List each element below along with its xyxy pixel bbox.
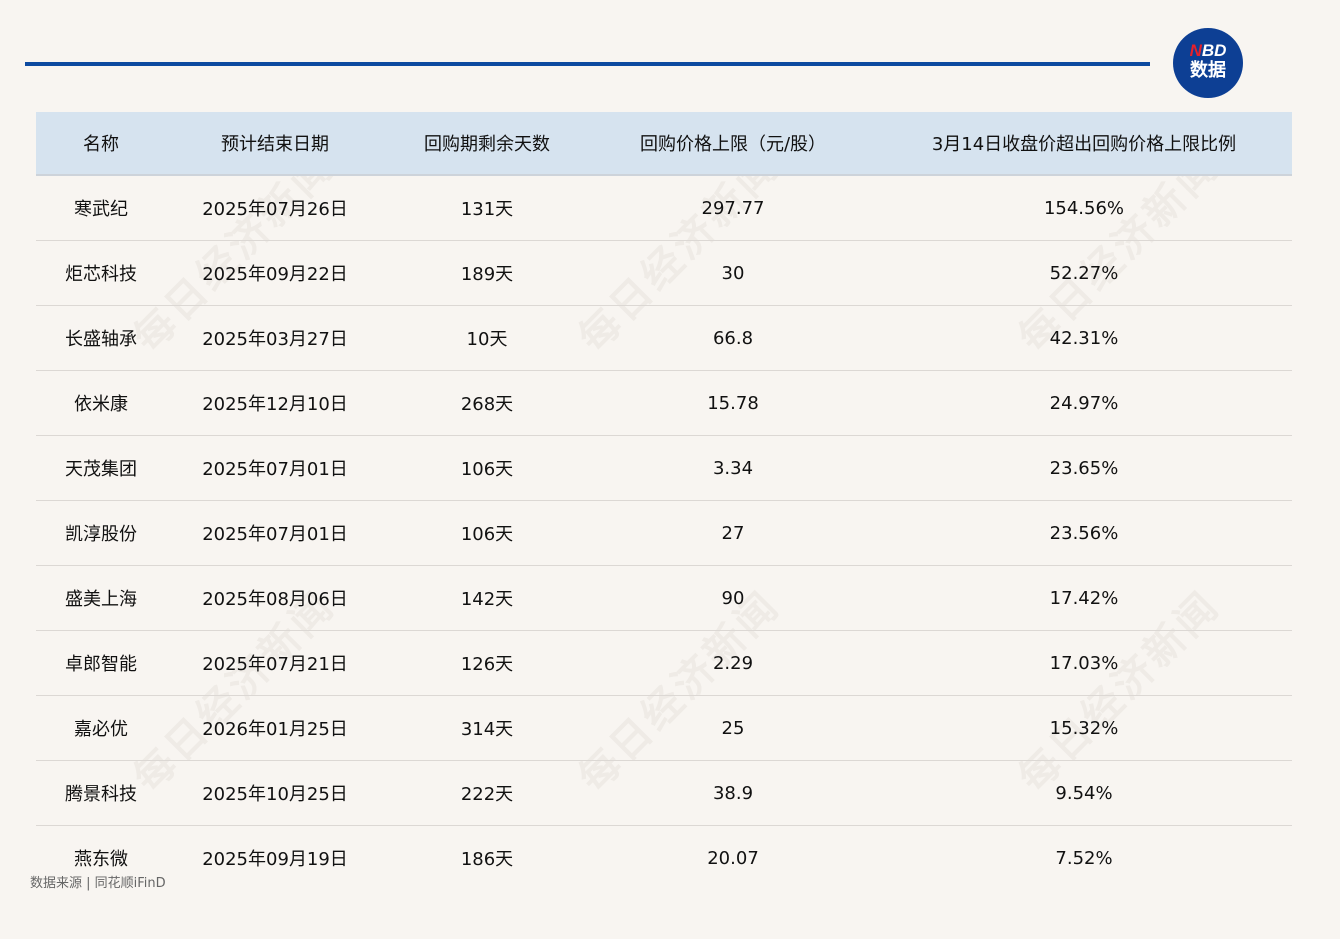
table-cell: 30 [590, 240, 876, 306]
data-source: 数据来源 | 同花顺iFinD [30, 876, 166, 891]
column-header: 名称 [36, 112, 166, 176]
table-cell: 2026年01月25日 [166, 695, 384, 761]
table-cell: 长盛轴承 [36, 305, 166, 371]
table-cell: 106天 [384, 435, 590, 501]
table-row: 腾景科技 2025年10月25日 222天 38.9 9.54% [36, 760, 1292, 826]
table-cell: 卓郎智能 [36, 630, 166, 696]
table-cell: 炬芯科技 [36, 240, 166, 306]
table-cell: 66.8 [590, 305, 876, 371]
table-row: 寒武纪 2025年07月26日 131天 297.77 154.56% [36, 175, 1292, 241]
table-cell: 2.29 [590, 630, 876, 696]
table-cell: 寒武纪 [36, 175, 166, 241]
table-cell: 2025年08月06日 [166, 565, 384, 631]
column-header: 3月14日收盘价超出回购价格上限比例 [876, 112, 1292, 176]
column-header: 预计结束日期 [166, 112, 384, 176]
table-cell: 7.52% [1055, 847, 1113, 869]
table-row: 燕东微 2025年09月19日 186天 20.07 7.52% [36, 826, 1292, 891]
table-cell: 20.07 [707, 847, 759, 869]
table-cell: 依米康 [36, 370, 166, 436]
table-cell: 2025年09月19日 [202, 849, 348, 870]
table-cell: 106天 [384, 500, 590, 566]
table-cell: 38.9 [590, 760, 876, 826]
table-cell: 268天 [384, 370, 590, 436]
table-cell: 2025年07月01日 [166, 435, 384, 501]
table-cell: 2025年07月26日 [166, 175, 384, 241]
buyback-table: 名称 预计结束日期 回购期剩余天数 回购价格上限（元/股） 3月14日收盘价超出回购价格… [36, 112, 1292, 890]
table-cell: 297.77 [590, 175, 876, 241]
table-cell: 314天 [384, 695, 590, 761]
table-cell: 15.32% [876, 695, 1292, 761]
table-cell: 3.34 [590, 435, 876, 501]
table-row: 依米康 2025年12月10日 268天 15.78 24.97% [36, 370, 1292, 436]
table-cell: 盛美上海 [36, 565, 166, 631]
table-cell: 2025年09月22日 [166, 240, 384, 306]
table-cell: 25 [590, 695, 876, 761]
table-cell: 52.27% [876, 240, 1292, 306]
table-cell: 17.42% [876, 565, 1292, 631]
table-cell: 9.54% [876, 760, 1292, 826]
table-row: 盛美上海 2025年08月06日 142天 90 17.42% [36, 565, 1292, 631]
table-cell: 2025年12月10日 [166, 370, 384, 436]
header-rule [25, 62, 1150, 66]
table-cell: 2025年03月27日 [166, 305, 384, 371]
table-cell: 222天 [384, 760, 590, 826]
logo-subtitle: 数据 [1190, 60, 1226, 80]
table-cell: 189天 [384, 240, 590, 306]
logo-bd: BD [1201, 41, 1227, 60]
table-cell: 27 [590, 500, 876, 566]
table-cell: 17.03% [876, 630, 1292, 696]
nbd-logo: NBD 数据 [1173, 28, 1243, 98]
table-row: 炬芯科技 2025年09月22日 189天 30 52.27% [36, 240, 1292, 306]
table-cell: 15.78 [590, 370, 876, 436]
table-cell: 23.56% [876, 500, 1292, 566]
logo-n: N [1189, 41, 1202, 60]
table-row: 长盛轴承 2025年03月27日 10天 66.8 42.31% [36, 305, 1292, 371]
table-row: 嘉必优 2026年01月25日 314天 25 15.32% [36, 695, 1292, 761]
table-cell: 90 [590, 565, 876, 631]
table-cell: 嘉必优 [36, 695, 166, 761]
column-header: 回购价格上限（元/股） [590, 112, 876, 176]
table-cell: 142天 [384, 565, 590, 631]
table-cell: 天茂集团 [36, 435, 166, 501]
table-cell: 2025年10月25日 [166, 760, 384, 826]
table-cell: 2025年07月01日 [166, 500, 384, 566]
table-row: 凯淳股份 2025年07月01日 106天 27 23.56% [36, 500, 1292, 566]
table-header-row: 名称 预计结束日期 回购期剩余天数 回购价格上限（元/股） 3月14日收盘价超出回购价格… [36, 112, 1292, 176]
table-row: 天茂集团 2025年07月01日 106天 3.34 23.65% [36, 435, 1292, 501]
table-cell: 154.56% [876, 175, 1292, 241]
table-cell: 2025年07月21日 [166, 630, 384, 696]
table-cell: 10天 [384, 305, 590, 371]
table-cell: 42.31% [876, 305, 1292, 371]
table-cell: 131天 [384, 175, 590, 241]
table-cell: 186天 [460, 849, 514, 870]
table-cell: 24.97% [876, 370, 1292, 436]
table-cell: 126天 [384, 630, 590, 696]
table-row: 卓郎智能 2025年07月21日 126天 2.29 17.03% [36, 630, 1292, 696]
column-header: 回购期剩余天数 [384, 112, 590, 176]
table-cell: 23.65% [876, 435, 1292, 501]
table-cell: 凯淳股份 [36, 500, 166, 566]
table-cell: 腾景科技 [36, 760, 166, 826]
